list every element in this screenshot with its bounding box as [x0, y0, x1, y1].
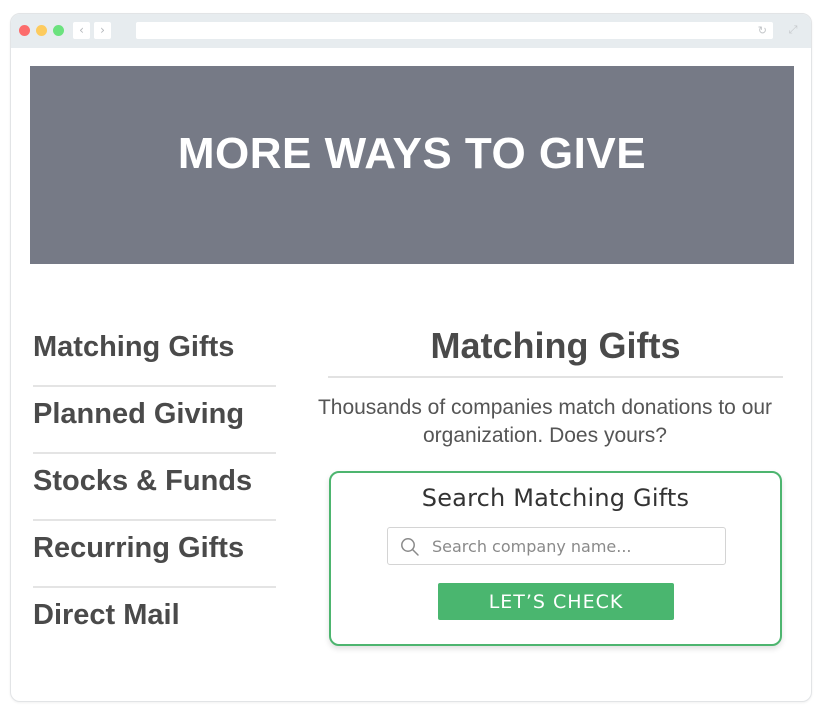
close-window-icon[interactable] [19, 25, 30, 36]
chevron-right-icon: › [100, 23, 105, 37]
main-content: Matching Gifts Thousands of companies ma… [318, 320, 783, 450]
search-icon [401, 538, 419, 556]
browser-titlebar: ‹ › ↻ ⤢ [11, 14, 811, 48]
sidebar-item-matching-gifts[interactable]: Matching Gifts [33, 320, 276, 387]
sidebar-item-stocks-funds[interactable]: Stocks & Funds [33, 454, 276, 521]
address-bar[interactable]: ↻ [136, 22, 773, 39]
banner-title: MORE WAYS TO GIVE [177, 129, 647, 178]
forward-button[interactable]: › [94, 22, 111, 39]
back-button[interactable]: ‹ [73, 22, 90, 39]
minimize-window-icon[interactable] [36, 25, 47, 36]
matching-gifts-search-card: Search Matching Gifts LET’S CHECK [329, 471, 782, 646]
sidebar-item-direct-mail[interactable]: Direct Mail [33, 588, 276, 655]
maximize-window-icon[interactable] [53, 25, 64, 36]
section-description: Thousands of companies match donations t… [317, 396, 773, 447]
fullscreen-icon[interactable]: ⤢ [785, 22, 801, 38]
section-title: Matching Gifts [328, 320, 783, 378]
giving-options-nav: Matching Gifts Planned Giving Stocks & F… [33, 320, 276, 655]
sidebar-item-planned-giving[interactable]: Planned Giving [33, 387, 276, 454]
lets-check-button[interactable]: LET’S CHECK [438, 583, 674, 620]
browser-window: ‹ › ↻ ⤢ MORE WAYS TO GIVE Matching Gifts… [10, 13, 812, 702]
sidebar-item-recurring-gifts[interactable]: Recurring Gifts [33, 521, 276, 588]
reload-icon[interactable]: ↻ [758, 22, 767, 39]
company-search-input[interactable] [432, 528, 717, 564]
search-card-title: Search Matching Gifts [421, 484, 690, 512]
company-search-field[interactable] [387, 527, 726, 565]
hero-banner: MORE WAYS TO GIVE [30, 66, 794, 264]
chevron-left-icon: ‹ [79, 23, 84, 37]
